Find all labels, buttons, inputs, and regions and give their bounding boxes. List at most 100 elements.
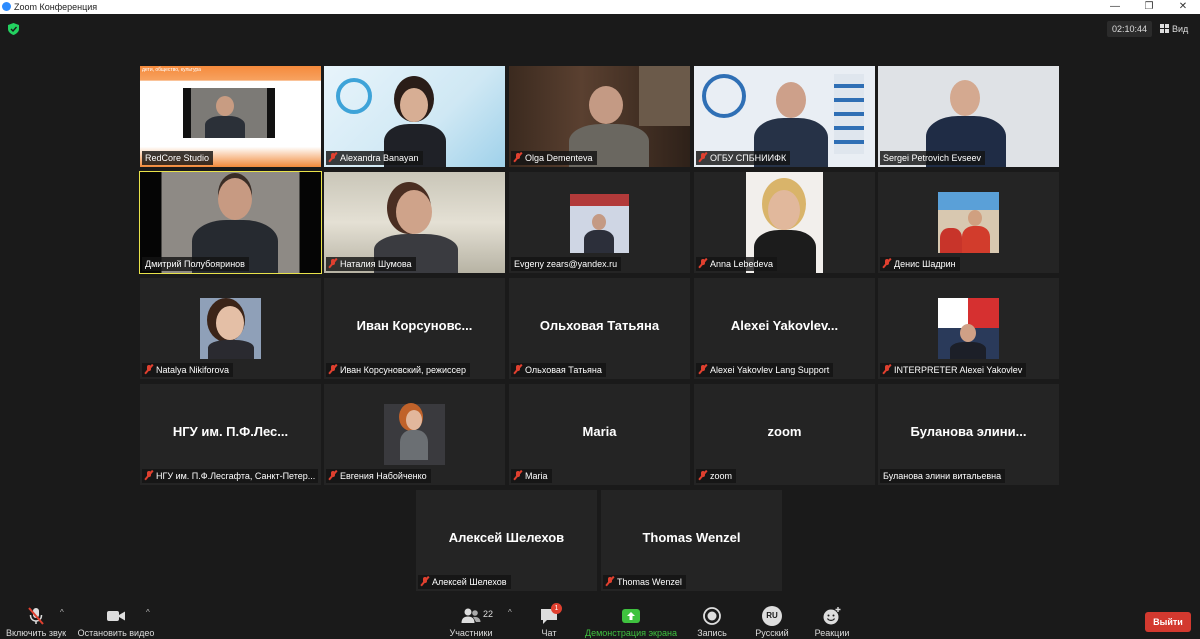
meeting-topbar: 02:10:44 Вид xyxy=(0,14,1200,44)
participant-name-label: Наталия Шумова xyxy=(326,257,416,271)
participant-name-label: Буланова элини витальевна xyxy=(880,469,1006,483)
muted-mic-icon xyxy=(421,576,429,586)
video-camera-icon xyxy=(107,611,125,621)
muted-mic-icon xyxy=(329,470,337,480)
participant-tile[interactable]: Natalya Nikiforova xyxy=(140,278,321,379)
muted-microphone-icon xyxy=(28,607,44,625)
chat-label: Чат xyxy=(541,628,557,638)
participant-name-label: НГУ им. П.Ф.Лесгафта, Санкт-Петер... xyxy=(142,469,318,483)
zoom-app-icon xyxy=(2,2,11,11)
minimize-button[interactable]: — xyxy=(1098,0,1132,14)
avatar xyxy=(200,298,261,359)
participant-tile[interactable]: Наталия Шумова xyxy=(324,172,505,273)
muted-mic-icon xyxy=(883,364,891,374)
participant-tile[interactable]: Евгения Набойченко xyxy=(324,384,505,485)
inner-video xyxy=(183,88,275,138)
view-button[interactable]: Вид xyxy=(1160,21,1188,37)
participant-name-label: zoom xyxy=(696,469,737,483)
participant-tile[interactable]: Иван Корсуновс... Иван Корсуновский, реж… xyxy=(324,278,505,379)
participant-display-name: Ольховая Татьяна xyxy=(539,318,660,333)
grid-view-icon xyxy=(1160,24,1169,33)
participant-tile[interactable]: Maria Maria xyxy=(509,384,690,485)
participant-name-label: Natalya Nikiforova xyxy=(142,363,234,377)
participant-name-label: Иван Корсуновский, режиссер xyxy=(326,363,470,377)
participant-tile[interactable]: Буланова элини... Буланова элини виталье… xyxy=(878,384,1059,485)
reactions-label: Реакции xyxy=(814,628,850,638)
participant-name: Evgeny zears@yandex.ru xyxy=(514,259,618,269)
participants-icon xyxy=(461,608,481,623)
unmute-button[interactable]: Включить звук xyxy=(4,600,68,639)
participant-display-name: Maria xyxy=(582,424,617,439)
reactions-button[interactable]: Реакции xyxy=(810,600,854,639)
video-feed xyxy=(570,194,629,253)
muted-mic-icon xyxy=(606,576,614,586)
participant-name-label: Sergei Petrovich Evseev xyxy=(880,151,986,165)
participant-tile[interactable]: Дмитрий Полубояринов xyxy=(139,171,322,274)
video-options-chevron-icon[interactable]: ^ xyxy=(146,608,150,617)
participant-name-label: INTERPRETER Alexei Yakovlev xyxy=(880,363,1027,377)
security-shield-icon[interactable] xyxy=(8,23,19,35)
stop-video-button[interactable]: Остановить видео xyxy=(76,600,156,639)
participant-tile[interactable]: Anna Lebedeva xyxy=(694,172,875,273)
maximize-button[interactable]: ❐ xyxy=(1132,0,1166,14)
participant-name-label: Anna Lebedeva xyxy=(696,257,778,271)
event-banner-text: дети, общество, культура xyxy=(142,67,201,73)
participant-name: Anna Lebedeva xyxy=(710,259,774,269)
muted-mic-icon xyxy=(699,364,707,374)
leave-meeting-button[interactable]: Выйти xyxy=(1145,612,1191,632)
muted-mic-icon xyxy=(329,258,337,268)
audio-options-chevron-icon[interactable]: ^ xyxy=(60,608,64,617)
participant-tile[interactable]: Денис Шадрин xyxy=(878,172,1059,273)
participant-name: Ольховая Татьяна xyxy=(525,365,602,375)
participant-name-label: Дмитрий Полубояринов xyxy=(142,257,249,271)
participant-tile[interactable]: Thomas Wenzel Thomas Wenzel xyxy=(601,490,782,591)
chat-button[interactable]: 1 Чат xyxy=(532,600,566,639)
participant-display-name: Alexei Yakovlev... xyxy=(730,318,839,333)
participant-tile[interactable]: дети, общество, культура RedCore Studio xyxy=(140,66,321,167)
participant-display-name: Thomas Wenzel xyxy=(642,530,741,545)
participant-name-label: RedCore Studio xyxy=(142,151,214,165)
muted-mic-icon xyxy=(329,364,337,374)
participant-name: НГУ им. П.Ф.Лесгафта, Санкт-Петер... xyxy=(156,471,316,481)
smiley-reaction-icon xyxy=(823,607,841,625)
window-title: Zoom Конференция xyxy=(14,2,98,12)
participant-name: Natalya Nikiforova xyxy=(156,365,230,375)
participant-display-name: Иван Корсуновс... xyxy=(356,318,473,333)
participant-tile[interactable]: Olga Dementeva xyxy=(509,66,690,167)
participant-name: Maria xyxy=(525,471,548,481)
meeting-toolbar: Включить звук ^ Остановить видео ^ Участ… xyxy=(0,600,1200,639)
participant-tile[interactable]: Алексей Шелехов Алексей Шелехов xyxy=(416,490,597,591)
muted-mic-icon xyxy=(699,152,707,162)
participant-name-label: Ольховая Татьяна xyxy=(511,363,606,377)
participant-tile[interactable]: Sergei Petrovich Evseev xyxy=(878,66,1059,167)
participants-label: Участники xyxy=(449,628,493,638)
participant-tile[interactable]: ОГБУ СПБНИИФК xyxy=(694,66,875,167)
participants-button[interactable]: Участники xyxy=(446,600,496,639)
participant-name: Olga Dementeva xyxy=(525,153,593,163)
language-label: Русский xyxy=(755,628,789,638)
participant-tile[interactable]: НГУ им. П.Ф.Лес... НГУ им. П.Ф.Лесгафта,… xyxy=(140,384,321,485)
participant-name: Евгения Набойченко xyxy=(340,471,427,481)
language-interpretation-button[interactable]: RU Русский xyxy=(750,600,794,639)
participant-name: INTERPRETER Alexei Yakovlev xyxy=(894,365,1023,375)
record-button[interactable]: Запись xyxy=(692,600,732,639)
participant-tile[interactable]: Ольховая Татьяна Ольховая Татьяна xyxy=(509,278,690,379)
muted-mic-icon xyxy=(699,258,707,268)
participant-tile[interactable]: INTERPRETER Alexei Yakovlev xyxy=(878,278,1059,379)
participant-display-name: НГУ им. П.Ф.Лес... xyxy=(172,424,289,439)
muted-mic-icon xyxy=(514,364,522,374)
participants-options-chevron-icon[interactable]: ^ xyxy=(508,608,512,617)
participant-tile[interactable]: Alexei Yakovlev... Alexei Yakovlev Lang … xyxy=(694,278,875,379)
muted-mic-icon xyxy=(145,364,153,374)
avatar xyxy=(938,298,999,359)
participant-name: RedCore Studio xyxy=(145,153,210,163)
muted-mic-icon xyxy=(329,152,337,162)
participant-tile[interactable]: Alexandra Banayan xyxy=(324,66,505,167)
participant-name-label: Alexandra Banayan xyxy=(326,151,423,165)
avatar xyxy=(384,404,445,465)
participant-display-name: zoom xyxy=(767,424,802,439)
close-button[interactable]: ✕ xyxy=(1166,0,1200,14)
participant-tile[interactable]: Evgeny zears@yandex.ru xyxy=(509,172,690,273)
participant-tile[interactable]: zoom zoom xyxy=(694,384,875,485)
share-screen-button[interactable]: Демонстрация экрана xyxy=(583,600,679,639)
